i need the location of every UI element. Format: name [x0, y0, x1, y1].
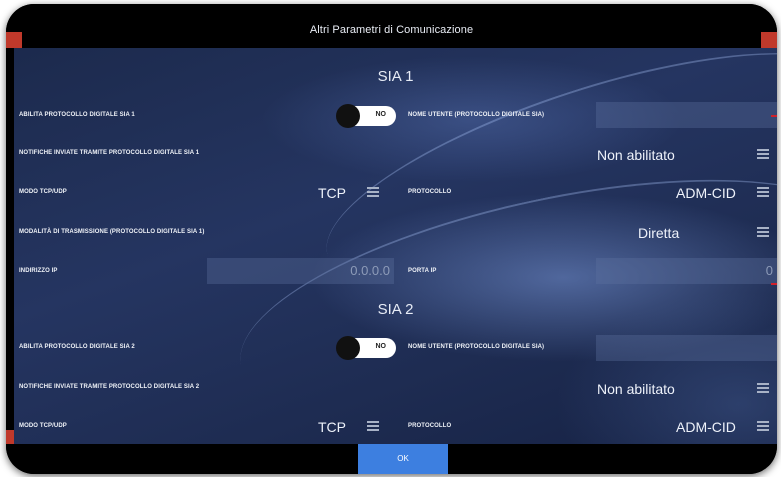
protocol-sia1-label: PROTOCOLLO	[408, 189, 452, 195]
enable-sia1-toggle[interactable]: NO	[336, 104, 396, 128]
protocol-sia2-label: PROTOCOLLO	[408, 423, 452, 429]
menu-icon[interactable]	[757, 149, 769, 161]
section-header-sia1: SIA 1	[377, 68, 414, 85]
menu-icon[interactable]	[757, 187, 769, 199]
error-marker	[771, 283, 777, 285]
ip-sia1-label: INDIRIZZO IP	[19, 268, 58, 274]
notifications-sia2-label: NOTIFICHE INVIATE TRAMITE PROTOCOLLO DIG…	[19, 384, 200, 390]
settings-panel: SIA 1 ABILITA PROTOCOLLO DIGITALE SIA 1 …	[14, 48, 777, 444]
username-sia1-field[interactable]	[596, 102, 777, 128]
mode-sia1-value[interactable]: TCP	[318, 185, 346, 201]
mode-sia1-label: MODO TCP/UDP	[19, 189, 67, 195]
username-sia2-label: NOME UTENTE (PROTOCOLLO DIGITALE SIA)	[408, 344, 545, 350]
corner-marker-top-right	[761, 32, 777, 48]
protocol-sia1-value[interactable]: ADM-CID	[676, 185, 736, 201]
dialog-window: Altri Parametri di Comunicazione SIA 1 A…	[6, 4, 777, 474]
username-sia2-field[interactable]	[596, 335, 777, 361]
enable-sia2-label: ABILITA PROTOCOLLO DIGITALE SIA 2	[19, 344, 135, 350]
port-sia1-value: 0	[765, 263, 773, 278]
dialog-title: Altri Parametri di Comunicazione	[309, 24, 474, 36]
ip-sia1-value: 0.0.0.0	[350, 263, 390, 278]
mode-sia2-value[interactable]: TCP	[318, 419, 346, 435]
enable-sia2-toggle[interactable]: NO	[336, 336, 396, 360]
enable-sia1-label: ABILITA PROTOCOLLO DIGITALE SIA 1	[19, 112, 135, 118]
title-bar: Altri Parametri di Comunicazione	[6, 4, 777, 48]
toggle-state: NO	[375, 343, 387, 350]
notifications-sia1-value[interactable]: Non abilitato	[597, 147, 675, 163]
menu-icon[interactable]	[757, 421, 769, 433]
transmission-sia1-label: MODALITÀ DI TRASMISSIONE (PROTOCOLLO DIG…	[19, 229, 205, 235]
notifications-sia1-label: NOTIFICHE INVIATE TRAMITE PROTOCOLLO DIG…	[19, 150, 200, 156]
corner-marker-top-left	[6, 32, 22, 48]
ip-sia1-field[interactable]: 0.0.0.0	[207, 258, 394, 284]
menu-icon[interactable]	[757, 383, 769, 395]
notifications-sia2-value[interactable]: Non abilitato	[597, 381, 675, 397]
mode-sia2-label: MODO TCP/UDP	[19, 423, 67, 429]
toggle-knob	[336, 104, 360, 128]
toggle-knob	[336, 336, 360, 360]
port-sia1-label: PORTA IP	[408, 268, 437, 274]
port-sia1-field[interactable]: 0	[596, 258, 777, 284]
menu-icon[interactable]	[367, 187, 379, 199]
protocol-sia2-value[interactable]: ADM-CID	[676, 419, 736, 435]
username-sia1-label: NOME UTENTE (PROTOCOLLO DIGITALE SIA)	[408, 112, 545, 118]
menu-icon[interactable]	[757, 227, 769, 239]
menu-icon[interactable]	[367, 421, 379, 433]
ok-button[interactable]: OK	[358, 444, 448, 474]
error-marker	[771, 115, 777, 117]
section-header-sia2: SIA 2	[377, 301, 414, 318]
transmission-sia1-value[interactable]: Diretta	[638, 225, 679, 241]
toggle-state: NO	[375, 111, 387, 118]
